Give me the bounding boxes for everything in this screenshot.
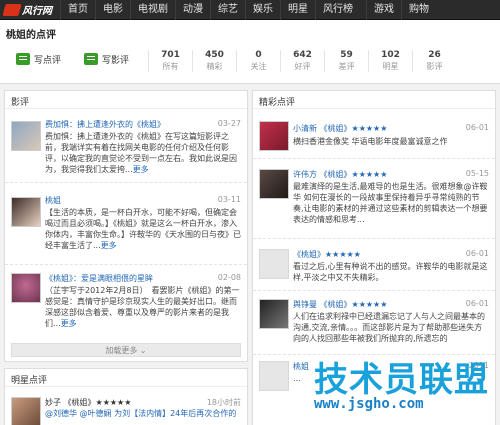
review-item: 《桃姐》：爱是满眼相偎的星眸 02-08 （芷宇写于2012年2月8日） 看罢影… xyxy=(5,265,247,337)
stat-following[interactable]: 0 关注 xyxy=(236,50,280,72)
stat-count: 701 xyxy=(161,50,180,60)
comment-body: 最难演绎的是生活,最难导的也是生活。很难想象@许鞍华 如何在漫长的一段故事里保持… xyxy=(293,182,488,224)
review-item: 费加惧：拂上遭逢外衣的《桃姐》 03-27 费加惧：拂上遭逢外衣的《桃姐》在写这… xyxy=(5,109,247,183)
avatar[interactable] xyxy=(259,121,289,151)
site-logo[interactable]: 风行网 xyxy=(0,0,60,20)
review-title[interactable]: 费加惧：拂上遭逢外衣的《桃姐》 xyxy=(45,119,165,130)
stat-count: 450 xyxy=(205,50,224,60)
nav-item-tv[interactable]: 电视剧 xyxy=(130,0,175,20)
write-comment-label: 写点评 xyxy=(34,55,62,66)
stat-reviews[interactable]: 26 影评 xyxy=(412,50,456,72)
comment-title[interactable]: 小清新 《桃姐》★★★★★ xyxy=(293,123,387,134)
avatar[interactable] xyxy=(11,197,41,227)
nav-item-movie[interactable]: 电影 xyxy=(95,0,130,20)
comment-date: 06-01 xyxy=(465,123,489,132)
stat-count: 59 xyxy=(340,50,353,60)
write-review-label: 写影评 xyxy=(102,55,130,66)
stat-count: 642 xyxy=(293,50,312,60)
review-body: （芷宇写于2012年2月8日） 看罢影片《桃姐》的第一感觉是：真情守护是珍京现实… xyxy=(45,285,241,329)
review-date: 02-08 xyxy=(217,273,241,282)
reviews-panel: 影评 费加惧：拂上遭逢外衣的《桃姐》 03-27 费加惧：拂上遭逢外衣的《桃姐》… xyxy=(4,90,248,362)
write-review-button[interactable]: 写影评 xyxy=(84,51,129,67)
review-item: 桃姐 03-11 【生活的本质，是一杯白开水，可能不好喝，但确定会喝过而且必须喝… xyxy=(5,183,247,265)
review-title[interactable]: 《桃姐》：爱是满眼相偎的星眸 xyxy=(45,273,153,284)
comment-title[interactable]: 舆铮曼 《桃姐》★★★★★ xyxy=(293,299,387,310)
nav-item-anime[interactable]: 动漫 xyxy=(175,0,210,20)
comment-item: 小清新 《桃姐》★★★★★ 06-01 横扫香港金像奖 华语电影年度最富诚意之作 xyxy=(253,109,495,159)
site-watermark: 技术员联盟 www.jsgho.com xyxy=(278,352,498,425)
comment-body: 看过之后,心里有种说不出的感觉。许鞍华的电影就是这样,平淡之中又不失精彩。 xyxy=(293,262,488,282)
logo-mark-icon xyxy=(2,3,22,16)
write-comment-button[interactable]: 写点评 xyxy=(16,51,61,67)
top-navigation: 风行网 首页 电影 电视剧 动漫 综艺 娱乐 明星 风行榜 游戏 购物 xyxy=(0,0,500,20)
featured-comments-title: 精彩点评 xyxy=(253,91,495,109)
comment-item: 《桃姐》★★★★★ 06-01 看过之后,心里有种说不出的感觉。许鞍华的电影就是… xyxy=(253,239,495,291)
avatar[interactable] xyxy=(11,121,41,151)
review-date: 03-11 xyxy=(217,195,241,204)
comment-item: 许伟方 《桃姐》★★★★★ 05-15 最难演绎的是生活,最难导的也是生活。很难… xyxy=(253,159,495,239)
watermark-text: 技术员联盟 xyxy=(314,360,489,400)
stat-count: 0 xyxy=(255,50,262,60)
stat-label: 精彩 xyxy=(206,62,223,71)
stat-count: 102 xyxy=(381,50,400,60)
review-body: 【生活的本质，是一杯白开水，可能不好喝，但确定会喝过而且必须喝。】《桃姐》就是这… xyxy=(45,207,241,251)
page-title: 桃姐的点评 xyxy=(6,30,56,41)
comment-title[interactable]: 许伟方 《桃姐》★★★★★ xyxy=(293,169,387,180)
more-link[interactable]: 更多 xyxy=(133,165,149,174)
comment-item: 舆铮曼 《桃姐》★★★★★ 06-01 人们在追求利禄中已经遗漏忘记了人与人之间… xyxy=(253,291,495,355)
stat-label: 所有 xyxy=(162,62,179,71)
stat-all[interactable]: 701 所有 xyxy=(148,50,192,72)
stat-negative[interactable]: 59 差评 xyxy=(324,50,368,72)
star-comment-date: 18小时前 xyxy=(206,398,241,407)
avatar[interactable] xyxy=(11,273,41,303)
stat-label: 好评 xyxy=(294,62,311,71)
avatar[interactable] xyxy=(259,169,289,199)
comment-title[interactable]: 《桃姐》★★★★★ xyxy=(293,249,361,260)
watermark-url: www.jsgho.com xyxy=(314,396,424,412)
nav-item-ranking[interactable]: 风行榜 xyxy=(315,0,360,20)
nav-item-games[interactable]: 游戏 xyxy=(366,0,401,20)
stat-stars[interactable]: 102 明星 xyxy=(368,50,412,72)
stat-label: 关注 xyxy=(250,62,267,71)
stat-positive[interactable]: 642 好评 xyxy=(280,50,324,72)
review-title[interactable]: 桃姐 xyxy=(45,195,61,206)
stat-count: 26 xyxy=(428,50,441,60)
comment-date: 05-15 xyxy=(465,169,489,178)
chevron-down-icon: ⌄ xyxy=(139,346,147,355)
comment-icon xyxy=(16,53,30,65)
star-comments-panel: 明星点评 妙子 《桃姐》★★★★★ 18小时前 @刘德华 @叶德娴 为刘【法内情… xyxy=(4,368,248,425)
star-comments-title: 明星点评 xyxy=(5,369,247,387)
load-more-label: 加载更多 xyxy=(105,346,138,355)
star-comment-item: 妙子 《桃姐》★★★★★ 18小时前 @刘德华 @叶德娴 为刘【法内情】24年后… xyxy=(5,387,247,425)
nav-item-stars[interactable]: 明星 xyxy=(280,0,315,20)
reviews-panel-title: 影评 xyxy=(5,91,247,109)
page-header: 桃姐的点评 写点评 写影评 701 所有 450 精彩 0 关注 642 好评 59 差评… xyxy=(0,20,500,84)
nav-item-entertainment[interactable]: 娱乐 xyxy=(245,0,280,20)
star-comment-body: @刘德华 @叶德娴 为刘【法内情】24年后再次合作的 xyxy=(45,409,237,418)
comment-body: 人们在追求利禄中已经遗漏忘记了人与人之间最基本的沟通,交流,亲情。。。而这部影片… xyxy=(293,312,485,343)
stats-bar: 701 所有 450 精彩 0 关注 642 好评 59 差评 102 明星 26 影评 xyxy=(148,50,456,72)
more-link[interactable]: 更多 xyxy=(61,319,77,328)
review-icon xyxy=(84,53,98,65)
nav-item-shopping[interactable]: 购物 xyxy=(401,0,436,20)
star-comment-title[interactable]: 妙子 《桃姐》★★★★★ xyxy=(45,397,131,408)
comment-date: 06-01 xyxy=(465,249,489,258)
stat-label: 差评 xyxy=(338,62,355,71)
comment-date: 06-01 xyxy=(465,299,489,308)
avatar-placeholder[interactable] xyxy=(259,249,289,279)
review-body: 费加惧：拂上遭逢外衣的《桃姐》在写这篇短影评之前，我端详实有着在找网关电影的任何… xyxy=(45,131,241,175)
review-date: 03-27 xyxy=(217,119,241,128)
stat-featured[interactable]: 450 精彩 xyxy=(192,50,236,72)
avatar[interactable] xyxy=(259,299,289,329)
comment-body: 横扫香港金像奖 华语电影年度最富诚意之作 xyxy=(293,137,448,146)
stat-label: 明星 xyxy=(382,62,399,71)
review-text: 【生活的本质，是一杯白开水，可能不好喝，但确定会喝过而且必须喝。】《桃姐》就是这… xyxy=(45,208,241,250)
avatar[interactable] xyxy=(11,397,41,425)
logo-text: 风行网 xyxy=(22,6,52,17)
load-more-button[interactable]: 加载更多 ⌄ xyxy=(11,343,241,357)
more-link[interactable]: 更多 xyxy=(101,241,117,250)
nav-item-variety[interactable]: 综艺 xyxy=(210,0,245,20)
nav-item-home[interactable]: 首页 xyxy=(60,0,95,20)
stat-label: 影评 xyxy=(426,62,443,71)
